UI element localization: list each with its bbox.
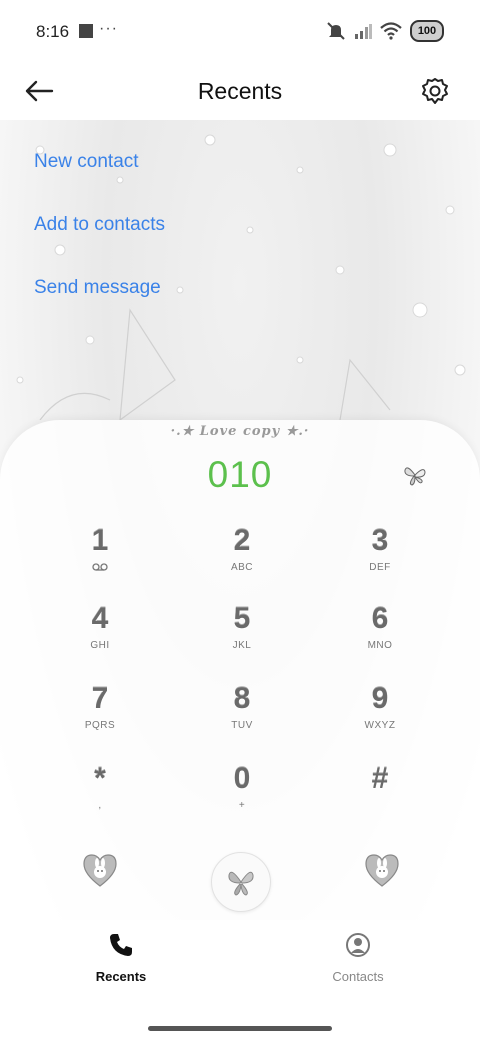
key-letters: GHI: [90, 640, 110, 651]
key-letters: ABC: [230, 562, 254, 573]
key-digit: 5: [233, 602, 251, 635]
key-hash[interactable]: #: [335, 762, 425, 832]
key-digit: *: [94, 762, 106, 795]
key-letters: DEF: [369, 562, 391, 573]
key-digit: 9: [371, 682, 389, 715]
key-8[interactable]: 8 TUV: [197, 682, 287, 752]
app-header: Recents: [0, 64, 480, 120]
key-5[interactable]: 5 JKL: [197, 602, 287, 672]
voicemail-icon: [92, 563, 108, 571]
key-3[interactable]: 3 DEF: [335, 524, 425, 594]
nav-label-recents: Recents: [95, 969, 147, 984]
more-notifications-icon: ···: [99, 20, 118, 37]
key-digit: 0: [233, 762, 251, 795]
signal-icon: [355, 24, 372, 39]
key-6[interactable]: 6 MNO: [335, 602, 425, 672]
key-4[interactable]: 4 GHI: [55, 602, 145, 672]
key-0[interactable]: 0 +: [197, 762, 287, 832]
key-letters: WXYZ: [364, 720, 396, 731]
nav-recents[interactable]: Recents: [61, 932, 181, 984]
butterfly-icon[interactable]: [402, 462, 428, 488]
key-digit: 8: [233, 682, 251, 715]
page-title: Recents: [197, 78, 283, 104]
status-icons: 100: [326, 20, 444, 42]
status-bar: 8:16 ··· 100: [0, 0, 480, 64]
key-star[interactable]: * ,: [55, 762, 145, 832]
butterfly-call-icon: [228, 871, 254, 896]
key-9[interactable]: 9 WXYZ: [335, 682, 425, 752]
nav-contacts[interactable]: Contacts: [298, 932, 418, 984]
new-contact-link[interactable]: New contact: [34, 151, 139, 173]
add-to-contacts-link[interactable]: Add to contacts: [34, 214, 165, 236]
nav-label-contacts: Contacts: [332, 969, 384, 984]
key-letters: PQRS: [84, 720, 116, 731]
key-letters: +: [238, 800, 246, 811]
key-letters: TUV: [231, 720, 253, 731]
mute-icon: [327, 22, 345, 40]
key-digit: #: [371, 762, 389, 795]
status-time: 8:16: [36, 22, 70, 41]
key-2[interactable]: 2 ABC: [197, 524, 287, 594]
theme-caption: ·.★ Love copy ★.·: [170, 424, 310, 439]
key-digit: 2: [233, 524, 251, 557]
send-message-link[interactable]: Send message: [34, 277, 161, 299]
call-button[interactable]: [211, 852, 271, 912]
key-letters: ,: [98, 800, 102, 811]
key-digit: 4: [91, 602, 109, 635]
key-letters: MNO: [367, 640, 393, 651]
wifi-icon: [380, 22, 402, 40]
heart-bunny-icon-right[interactable]: [362, 850, 402, 890]
key-1[interactable]: 1: [55, 524, 145, 594]
phone-icon: [110, 934, 132, 956]
contact-icon: [346, 933, 370, 957]
battery-indicator: 100: [410, 20, 444, 42]
key-digit: 6: [371, 602, 389, 635]
key-letters: JKL: [232, 640, 252, 651]
bottom-navigation: Recents Contacts: [0, 920, 480, 1039]
key-7[interactable]: 7 PQRS: [55, 682, 145, 752]
key-digit: 1: [91, 524, 109, 557]
key-digit: 3: [371, 524, 389, 557]
notification-icon: [79, 24, 93, 38]
key-digit: 7: [91, 682, 109, 715]
home-indicator[interactable]: [148, 1026, 332, 1031]
heart-bunny-icon-left[interactable]: [80, 850, 120, 890]
settings-gear-icon[interactable]: [420, 76, 450, 106]
